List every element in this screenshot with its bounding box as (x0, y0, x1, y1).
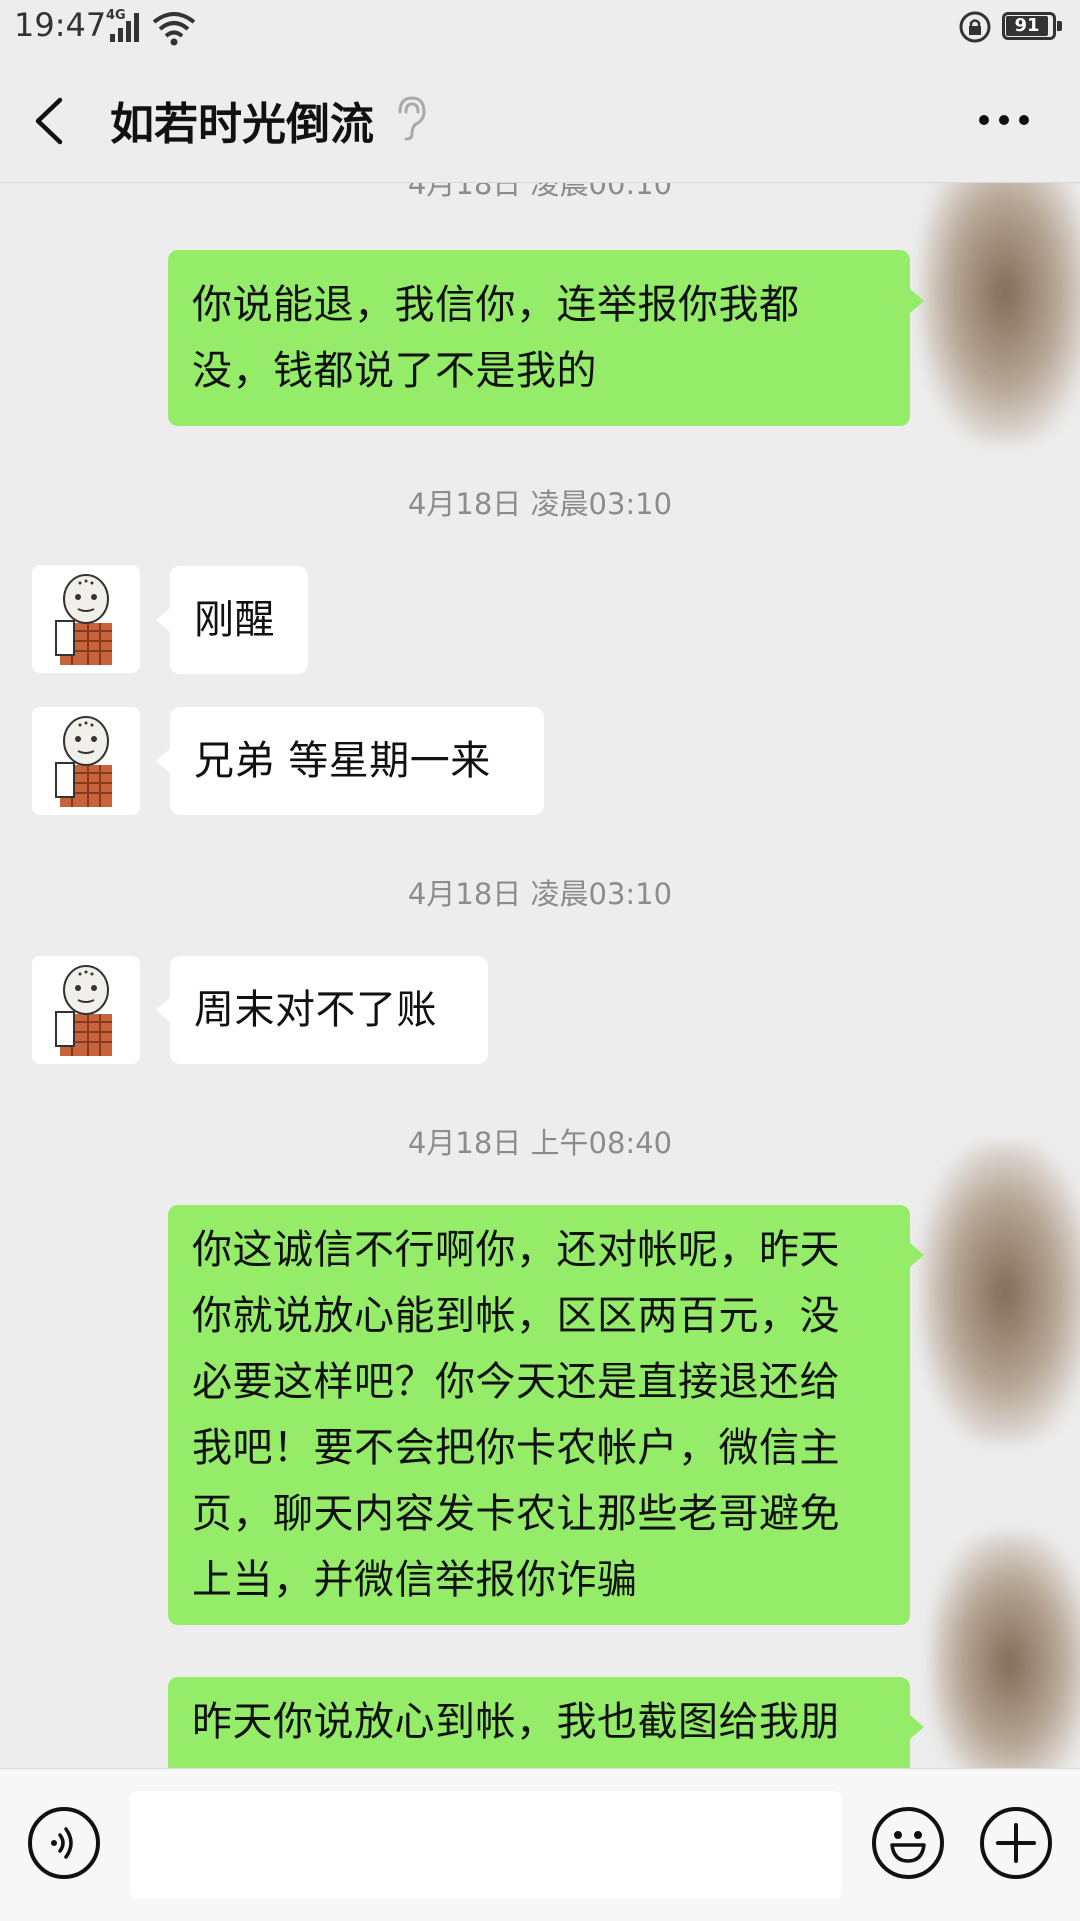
sent-message-bubble[interactable]: 你这诚信不行啊你，还对帐呢，昨天 你就说放心能到帐，区区两百元，没 必要这样吧？… (168, 1205, 910, 1625)
received-message-bubble[interactable]: 兄弟 等星期一来 (170, 707, 544, 815)
avatar[interactable] (32, 565, 140, 673)
message-timestamp: 4月18日 凌晨00:10 (407, 183, 673, 201)
message-timestamp: 4月18日 上午08:40 (407, 1126, 673, 1160)
sent-message-bubble[interactable]: 你说能退，我信你，连举报你我都 没，钱都说了不是我的 (168, 250, 910, 426)
ear-icon (392, 94, 430, 142)
more-dots-icon[interactable] (976, 112, 1032, 128)
message-input[interactable] (130, 1791, 842, 1899)
avatar[interactable] (32, 956, 140, 1064)
cellular-signal-icon: 4G (106, 8, 142, 44)
wifi-icon (152, 10, 196, 46)
chat-header: 如若时光倒流 (0, 58, 1080, 183)
status-bar: 19:47 4G 91 (0, 0, 1080, 58)
voice-icon[interactable] (28, 1807, 100, 1879)
received-message-bubble[interactable]: 刚醒 (170, 566, 308, 674)
rotation-lock-icon (958, 10, 992, 44)
status-time: 19:47 (14, 6, 107, 44)
sent-message-bubble[interactable]: 昨天你说放心到帐，我也截图给我朋 (168, 1677, 910, 1768)
redaction-smudge (920, 1143, 1080, 1443)
redaction-smudge (930, 1533, 1080, 1768)
battery-level: 91 (1006, 16, 1048, 36)
chat-title: 如若时光倒流 (110, 99, 374, 150)
plus-icon[interactable] (980, 1807, 1052, 1879)
network-type: 4G (106, 8, 126, 23)
battery-icon: 91 (1002, 12, 1064, 42)
emoji-icon[interactable] (872, 1807, 944, 1879)
message-list[interactable]: 4月18日 凌晨00:10 你说能退，我信你，连举报你我都 没，钱都说了不是我的… (0, 183, 1080, 1768)
redaction-smudge (920, 183, 1080, 443)
input-bar (0, 1768, 1080, 1921)
received-message-bubble[interactable]: 周末对不了账 (170, 956, 488, 1064)
message-timestamp: 4月18日 凌晨03:10 (407, 487, 673, 521)
avatar[interactable] (32, 707, 140, 815)
chevron-left-icon[interactable] (30, 96, 70, 146)
message-timestamp: 4月18日 凌晨03:10 (407, 877, 673, 911)
